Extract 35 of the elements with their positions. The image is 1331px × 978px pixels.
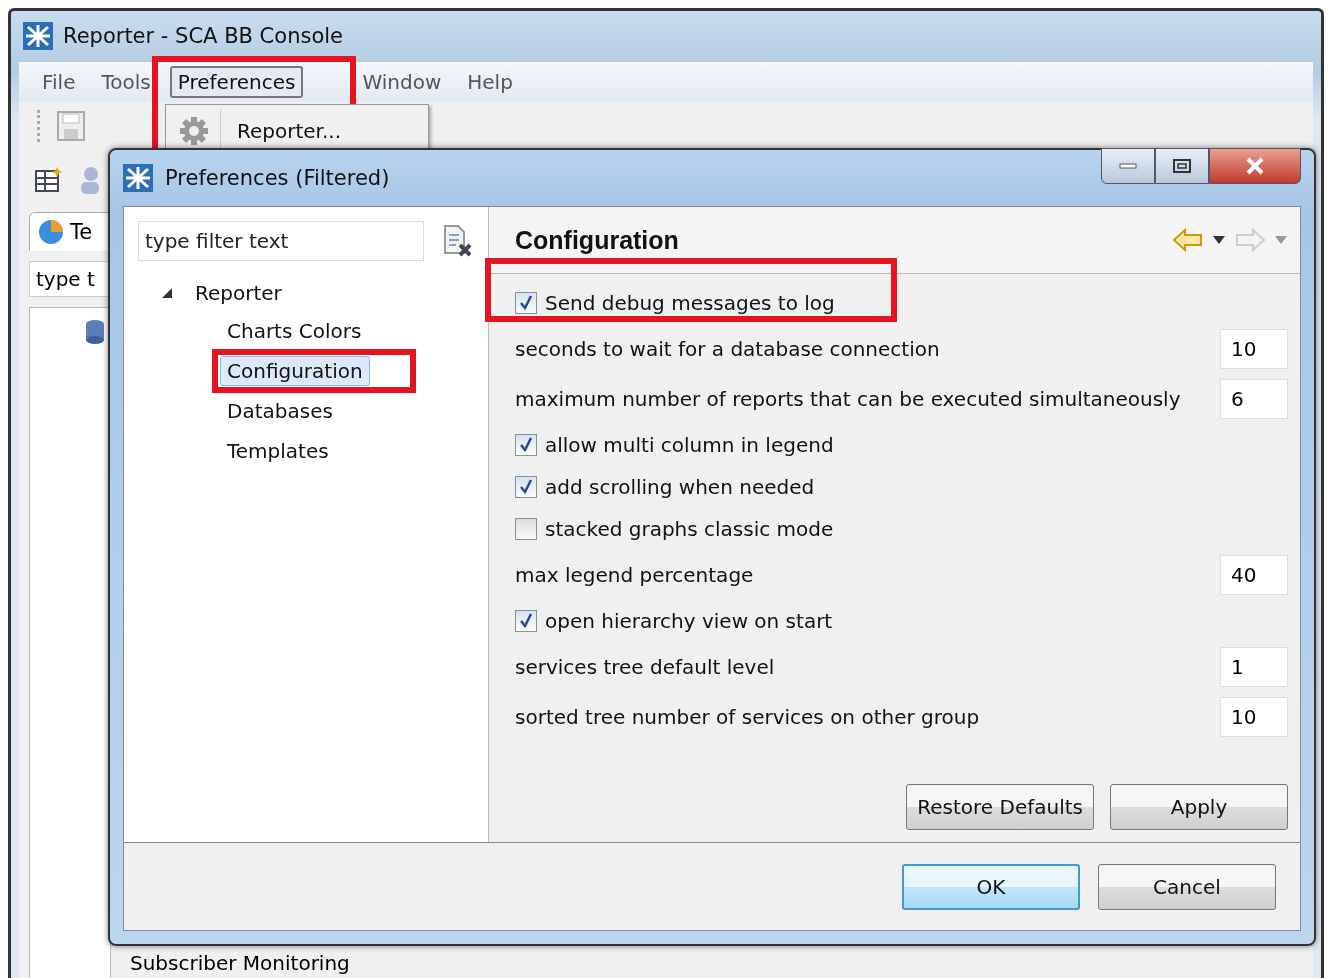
menu-item[interactable]: Preferences [169,66,304,98]
number-field[interactable]: 1 [1220,647,1288,687]
tree-item[interactable]: Charts Colors [220,316,369,346]
checkbox-label[interactable]: Send debug messages to log [545,291,835,315]
number-field[interactable]: 6 [1220,379,1288,419]
field-label: seconds to wait for a database connection [515,337,940,361]
tree-item[interactable]: Configuration [220,356,370,386]
checkbox-label[interactable]: stacked graphs classic mode [545,517,834,541]
menu-item[interactable]: Help [460,67,520,97]
field-label: sorted tree number of services on other group [515,705,980,729]
number-field[interactable]: 40 [1220,555,1288,595]
menu-item[interactable]: Reporter... [231,115,348,147]
tree-item[interactable]: Reporter [188,278,289,308]
field-label: services tree default level [515,655,775,679]
menu-item[interactable]: Tools [94,67,158,97]
menu-item[interactable]: Window [355,67,449,97]
window-title: Reporter - SCA BB Console [63,24,343,48]
page-title: Configuration [515,225,679,255]
cancel-button[interactable]: Cancel [1098,863,1276,910]
field-label: maximum number of reports that can be executed simultaneously [515,387,1181,411]
tree-item[interactable]: Templates [220,436,336,466]
tree-item[interactable]: Databases [220,396,340,426]
menu-item[interactable]: File [35,67,83,97]
list-item[interactable]: Subscriber Monitoring [130,951,350,975]
checkbox-label[interactable]: add scrolling when needed [545,475,815,499]
checkbox-label[interactable]: allow multi column in legend [545,433,834,457]
dialog-title: Preferences (Filtered) [165,166,390,190]
restore-defaults-button[interactable]: Restore Defaults [906,784,1094,830]
checkbox-label[interactable]: open hierarchy view on start [545,609,833,633]
number-field[interactable]: 10 [1220,329,1288,369]
ok-button[interactable]: OK [902,863,1080,910]
filter-field[interactable]: type filter text [138,221,424,261]
apply-button[interactable]: Apply [1110,784,1288,830]
field-label: max legend percentage [515,563,754,587]
number-field[interactable]: 10 [1220,697,1288,737]
